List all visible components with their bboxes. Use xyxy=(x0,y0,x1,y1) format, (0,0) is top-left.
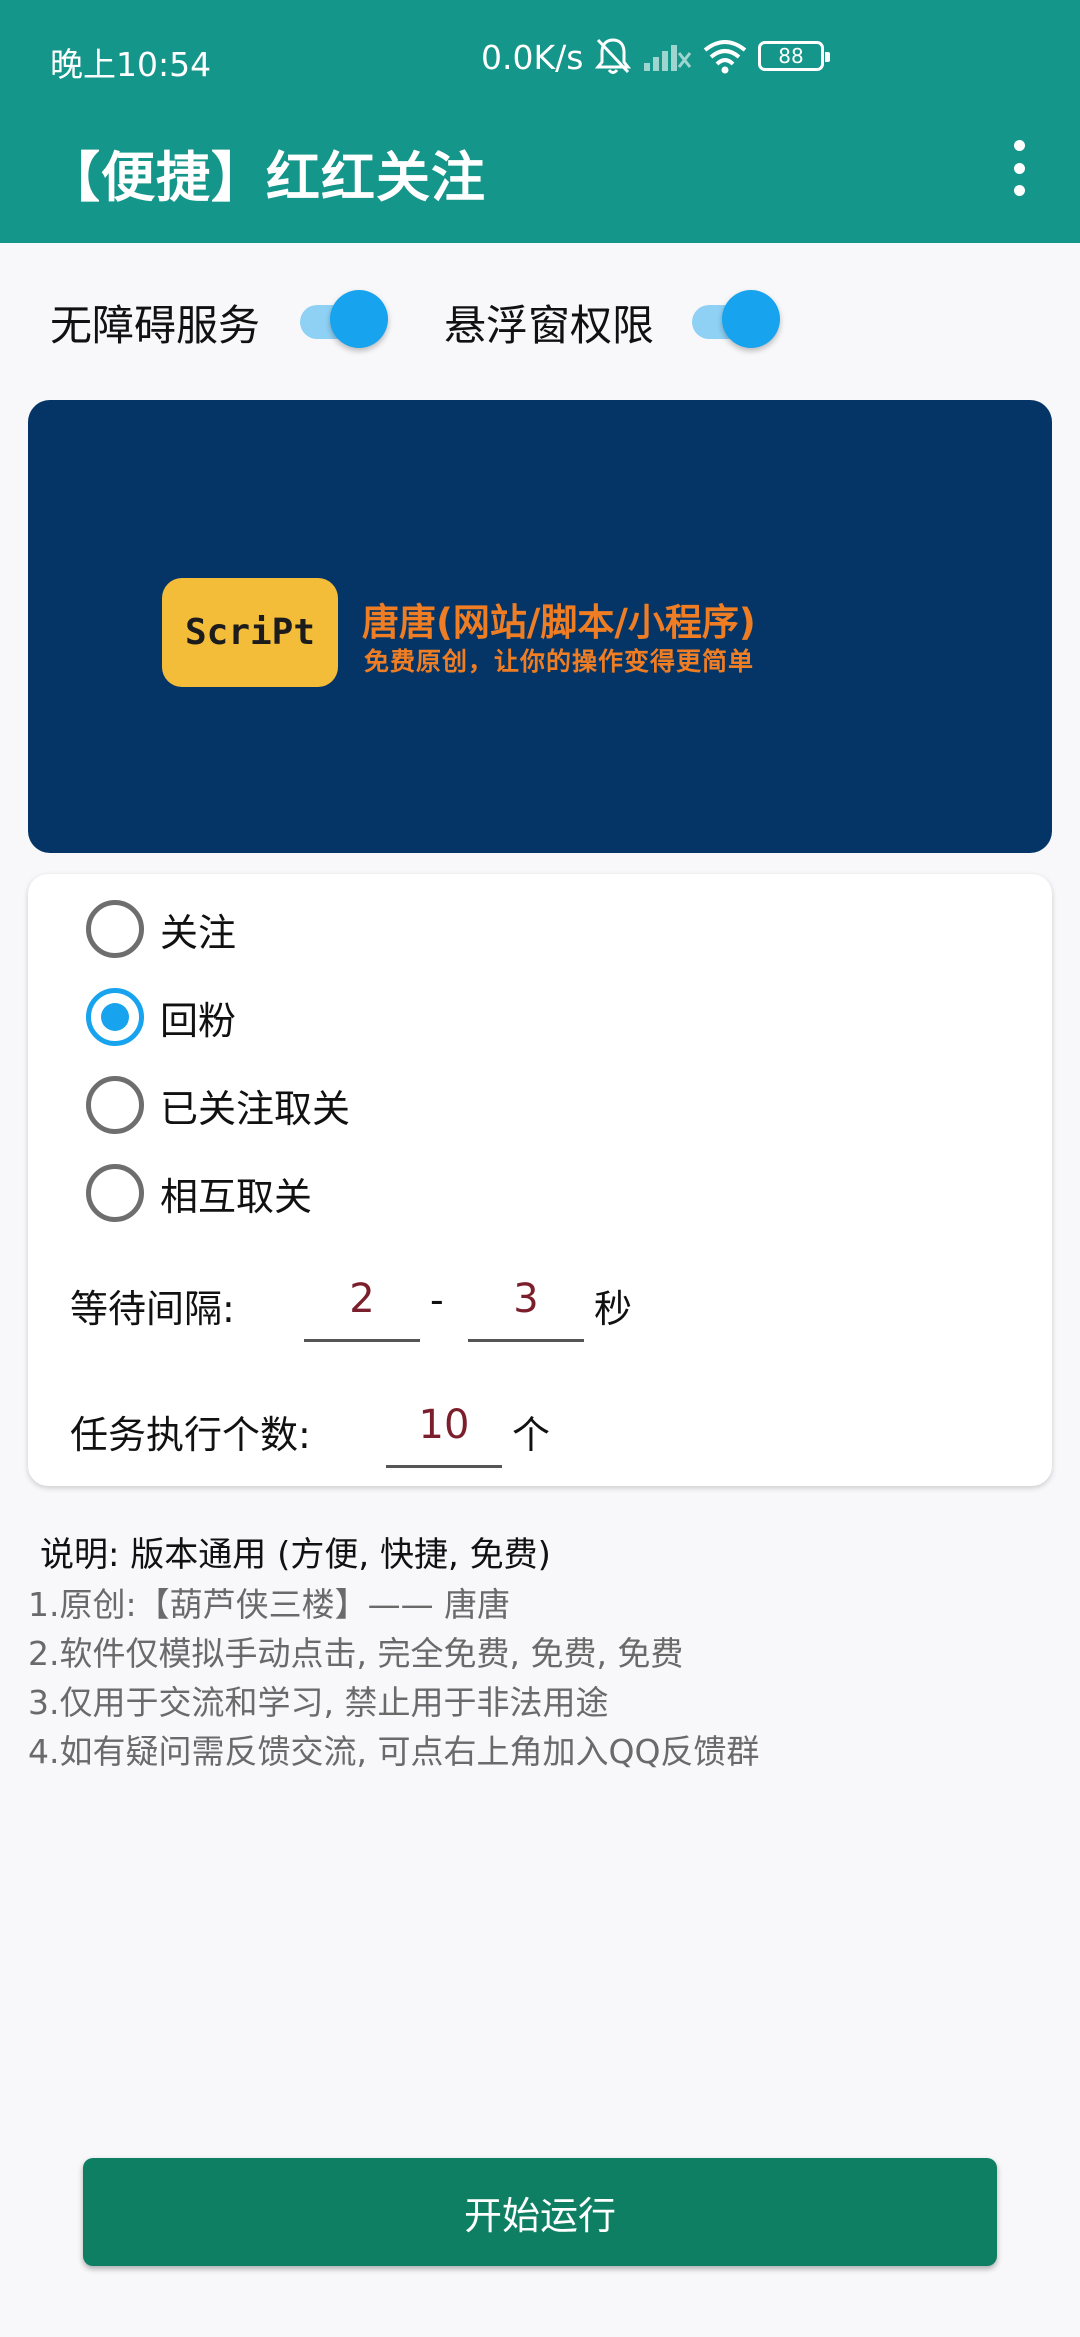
task-count-row: 任务执行个数: 10 个 xyxy=(70,1390,1030,1470)
radio-label: 关注 xyxy=(160,910,237,955)
overlay-label: 悬浮窗权限 xyxy=(444,301,655,350)
instructions-heading: 说明: 版本通用 (方便, 快捷, 免费) xyxy=(40,1535,551,1575)
permission-switches: 无障碍服务 悬浮窗权限 xyxy=(0,282,1080,354)
radio-follow-back[interactable]: 回粉 xyxy=(86,982,236,1052)
status-net-speed: 0.0K/s xyxy=(481,38,584,77)
status-bar: 晚上10:54 0.0K/s 88 xyxy=(0,0,1080,118)
banner-image: ScriPt 唐唐(网站/脚本/小程序) 免费原创，让你的操作变得更简单 xyxy=(28,400,1052,853)
instruction-line: 2.软件仅模拟手动点击, 完全免费, 免费, 免费 xyxy=(28,1634,684,1673)
instruction-line: 4.如有疑问需反馈交流, 可点右上角加入QQ反馈群 xyxy=(28,1732,760,1771)
script-logo: ScriPt xyxy=(162,578,338,687)
bell-muted-icon xyxy=(594,38,632,74)
more-vert-icon[interactable] xyxy=(1002,140,1036,196)
radio-circle xyxy=(86,900,144,958)
radio-circle xyxy=(86,988,144,1046)
status-time: 晚上10:54 xyxy=(50,45,212,84)
banner-subtitle: 免费原创，让你的操作变得更简单 xyxy=(364,647,755,676)
radio-circle xyxy=(86,1164,144,1222)
radio-label: 已关注取关 xyxy=(160,1086,351,1131)
toggle-thumb xyxy=(330,290,388,348)
task-count-label: 任务执行个数: xyxy=(70,1413,311,1457)
page-title: 【便捷】红红关注 xyxy=(46,146,486,209)
accessibility-toggle[interactable] xyxy=(300,288,390,348)
interval-min-input[interactable]: 2 xyxy=(304,1264,420,1342)
menu-dot xyxy=(1013,140,1025,151)
top-app-bar: 晚上10:54 0.0K/s 88 【便捷】红红关注 xyxy=(0,0,1080,243)
radio-circle xyxy=(86,1076,144,1134)
interval-max-input[interactable]: 3 xyxy=(468,1264,584,1342)
radio-label: 回粉 xyxy=(160,998,237,1043)
radio-label: 相互取关 xyxy=(160,1174,313,1219)
interval-unit: 秒 xyxy=(594,1287,633,1331)
task-count-input[interactable]: 10 xyxy=(386,1390,502,1468)
interval-row: 等待间隔: 2 - 3 秒 xyxy=(70,1264,1030,1344)
accessibility-label: 无障碍服务 xyxy=(50,301,261,350)
interval-label: 等待间隔: xyxy=(70,1287,235,1331)
radio-follow[interactable]: 关注 xyxy=(86,894,236,964)
menu-dot xyxy=(1013,185,1025,196)
instructions: 说明: 版本通用 (方便, 快捷, 免费) 1.原创:【葫芦侠三楼】—— 唐唐 … xyxy=(28,1530,1058,1776)
radio-unfollow-followed[interactable]: 已关注取关 xyxy=(86,1070,350,1140)
interval-separator: - xyxy=(430,1278,444,1322)
start-button[interactable]: 开始运行 xyxy=(83,2158,997,2266)
wifi-icon xyxy=(703,40,747,74)
instruction-line: 3.仅用于交流和学习, 禁止用于非法用途 xyxy=(28,1683,609,1722)
toggle-thumb xyxy=(722,290,780,348)
options-card: 关注 回粉 已关注取关 相互取关 等待间隔: 2 - 3 秒 任务执行个数: 1… xyxy=(28,874,1052,1486)
radio-mutual-unfollow[interactable]: 相互取关 xyxy=(86,1158,312,1228)
overlay-toggle[interactable] xyxy=(692,288,782,348)
status-icons: 88 xyxy=(594,34,830,78)
instruction-line: 1.原创:【葫芦侠三楼】—— 唐唐 xyxy=(28,1585,511,1624)
signal-icon xyxy=(644,45,692,71)
menu-dot xyxy=(1013,162,1025,174)
battery-icon: 88 xyxy=(758,41,830,71)
banner-title: 唐唐(网站/脚本/小程序) xyxy=(362,601,756,644)
task-count-unit: 个 xyxy=(512,1413,551,1457)
